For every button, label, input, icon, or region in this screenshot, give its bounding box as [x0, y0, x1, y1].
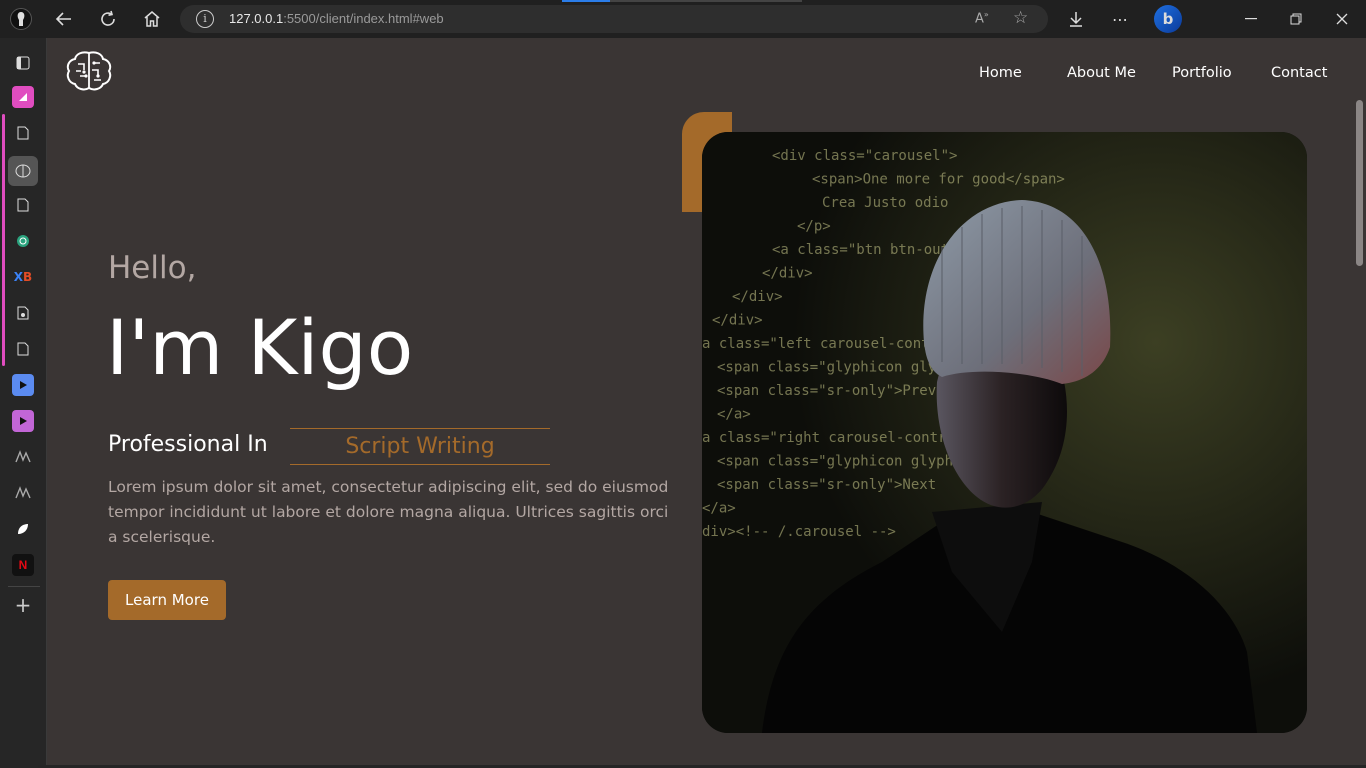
sidebar-divider: [8, 586, 40, 587]
tab-play-icon[interactable]: [12, 410, 34, 432]
code-line: a class="right carousel-control": [702, 430, 972, 446]
bing-copilot-icon[interactable]: b: [1154, 5, 1182, 33]
site-info-icon[interactable]: i: [196, 10, 214, 28]
code-line: </div>: [712, 313, 763, 329]
code-line: </a>: [702, 501, 736, 517]
back-icon[interactable]: [53, 8, 75, 30]
tab-page-icon[interactable]: [12, 194, 34, 216]
tab-page-icon[interactable]: [12, 122, 34, 144]
tab-chatgpt-icon[interactable]: [12, 230, 34, 252]
code-line: </a>: [717, 407, 751, 423]
code-line: <span class="sr-only">Next: [717, 477, 936, 493]
hero-name: I'm Kigo: [106, 303, 414, 392]
minimize-icon[interactable]: [1240, 8, 1262, 30]
close-icon[interactable]: [1331, 8, 1353, 30]
code-line: </div>: [762, 266, 813, 282]
code-line: </p>: [797, 219, 831, 235]
more-menu-icon[interactable]: ⋯: [1109, 8, 1131, 30]
download-icon[interactable]: [1065, 8, 1087, 30]
new-tab-plus-icon[interactable]: +: [12, 593, 34, 617]
tab-play-icon[interactable]: [12, 374, 34, 396]
hero-photo: <div class="carousel"> <span>One more for…: [702, 132, 1307, 733]
url-host: 127.0.0.1: [229, 11, 284, 26]
portfolio-page: Home About Me Portfolio Contact Hello, I…: [48, 38, 1353, 768]
home-icon[interactable]: [141, 8, 163, 30]
professional-label: Professional In: [108, 432, 268, 457]
nav-home[interactable]: Home: [979, 65, 1022, 81]
code-line: <div class="carousel">: [772, 148, 957, 164]
tab-page-icon[interactable]: [12, 338, 34, 360]
address-bar[interactable]: i 127.0.0.1:5500/client/index.html#web A…: [180, 5, 1048, 33]
tab-colorful-app-icon[interactable]: XB: [12, 266, 34, 288]
tab-netflix-icon[interactable]: N: [12, 554, 34, 576]
hero-description: Lorem ipsum dolor sit amet, consectetur …: [108, 478, 669, 546]
tab-wave-icon[interactable]: [12, 446, 34, 468]
browser-toolbar: i 127.0.0.1:5500/client/index.html#web A…: [0, 0, 1366, 38]
profile-icon[interactable]: [10, 8, 32, 30]
brain-logo-icon[interactable]: [64, 50, 114, 92]
learn-more-button[interactable]: Learn More: [108, 580, 226, 620]
code-line: <span>One more for good</span>: [812, 172, 1065, 188]
code-line: </div>: [732, 289, 783, 305]
favorite-star-icon[interactable]: ☆: [1013, 8, 1028, 28]
nav-about-me[interactable]: About Me: [1067, 65, 1136, 81]
code-line: <span class="sr-only">Previous: [717, 383, 970, 399]
url-path: :5500/client/index.html#web: [283, 11, 444, 26]
tab-wave-icon[interactable]: [12, 482, 34, 504]
scrollbar-thumb[interactable]: [1356, 100, 1363, 266]
skill-typewriter: Script Writing: [290, 428, 550, 465]
code-line: div><!-- /.carousel -->: [702, 524, 896, 540]
tab-brain-logo-icon[interactable]: [8, 156, 38, 186]
tab-leaf-icon[interactable]: [12, 518, 34, 540]
page-scrollbar[interactable]: [1353, 38, 1366, 768]
tab-actions-icon[interactable]: [12, 52, 34, 74]
nav-contact[interactable]: Contact: [1271, 65, 1327, 81]
read-aloud-icon[interactable]: A»: [975, 10, 989, 26]
active-tab-indicator: [562, 0, 610, 2]
restore-icon[interactable]: [1285, 8, 1307, 30]
refresh-icon[interactable]: [97, 8, 119, 30]
url-text: 127.0.0.1:5500/client/index.html#web: [229, 11, 444, 26]
tab-group-indicator: [2, 114, 5, 366]
tab-pink-app-icon[interactable]: [12, 86, 34, 108]
vertical-tabs-sidebar: XB N +: [0, 38, 47, 768]
nav-portfolio[interactable]: Portfolio: [1172, 65, 1232, 81]
tab-settings-page-icon[interactable]: [12, 302, 34, 324]
tab-strip: [562, 0, 802, 2]
code-line: Crea Justo odio: [822, 195, 948, 211]
hero-greeting: Hello,: [108, 250, 197, 286]
